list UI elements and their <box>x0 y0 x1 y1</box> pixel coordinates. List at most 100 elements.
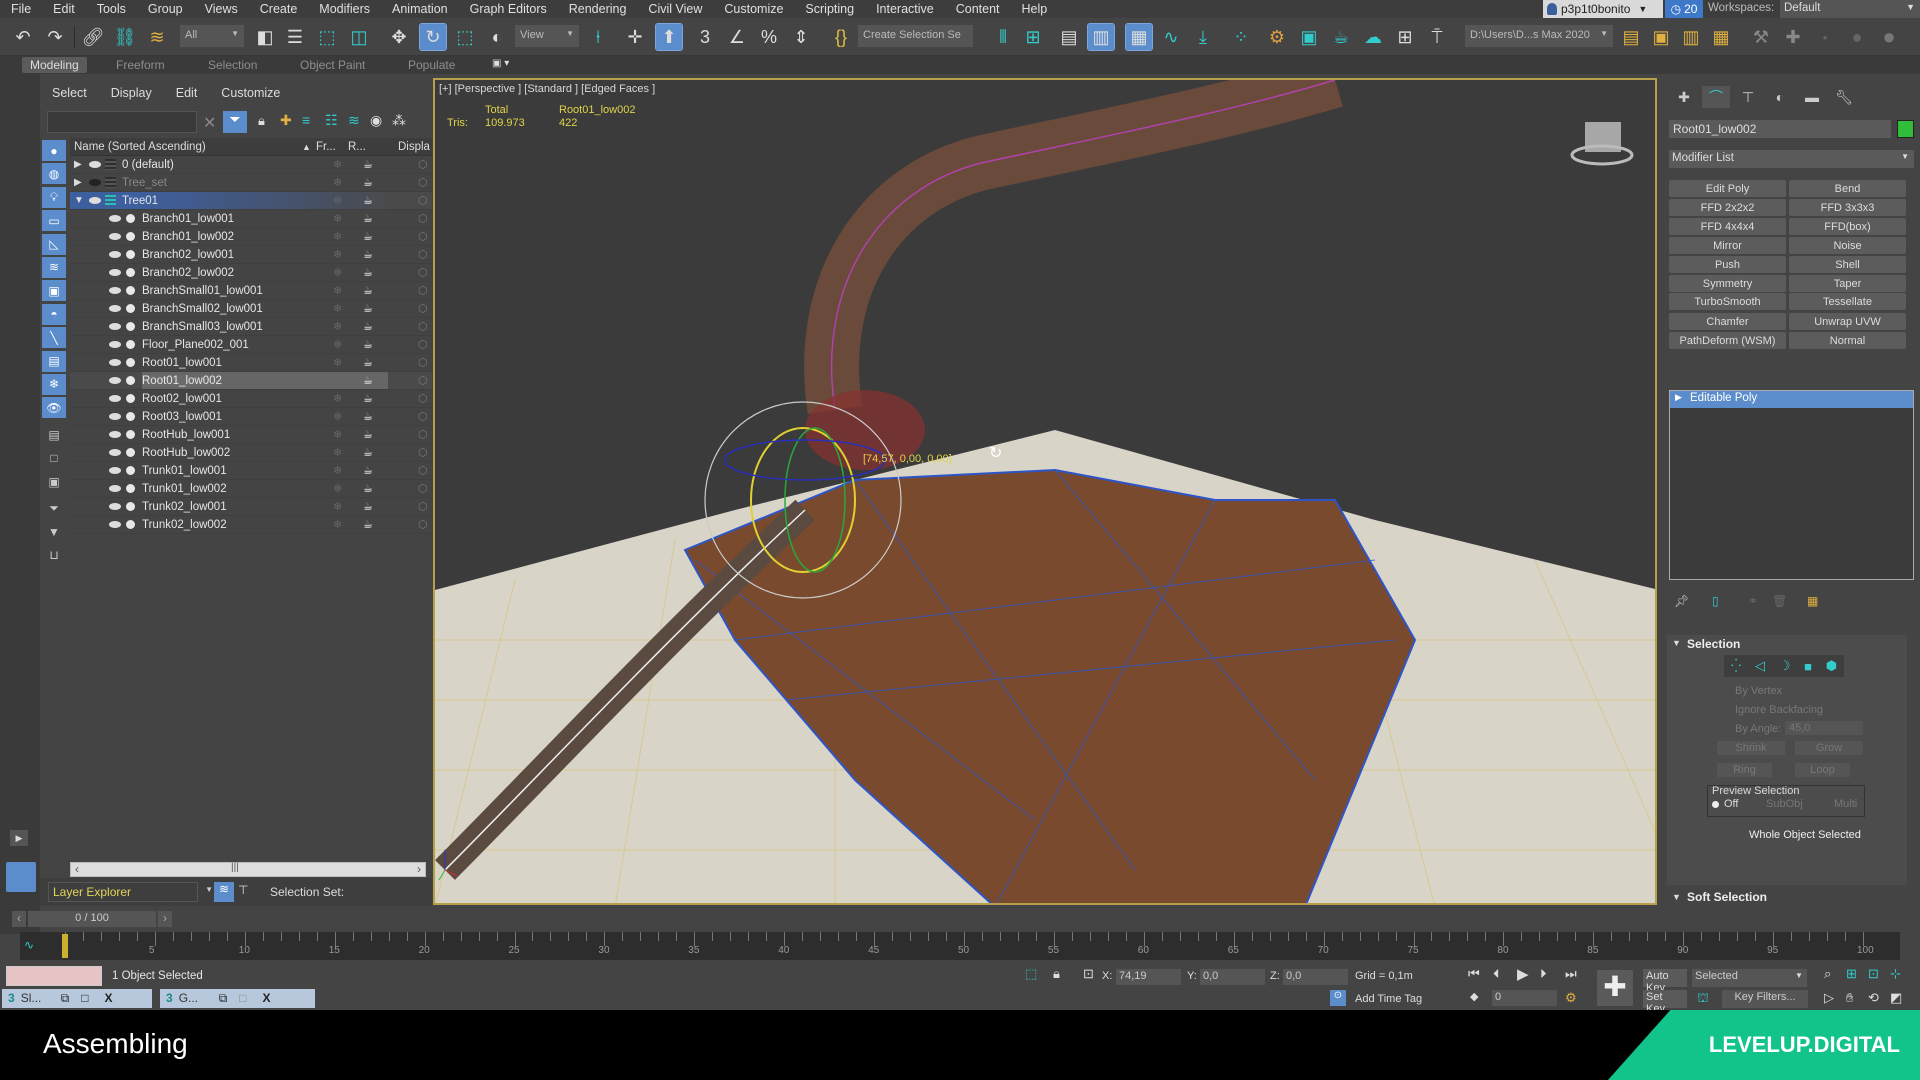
key-mode-toggle-icon[interactable]: ◆ <box>1470 990 1478 1003</box>
scale-icon[interactable]: ⬚ <box>452 24 478 50</box>
visibility-eye-icon[interactable] <box>109 521 121 528</box>
menu-civil-view[interactable]: Civil View <box>637 2 713 16</box>
auto-key-button[interactable]: Auto Key <box>1643 969 1687 994</box>
make-unique-icon[interactable]: ⚭ <box>1748 594 1758 608</box>
explorer-menu-select[interactable]: Select <box>40 86 99 104</box>
modifier-button-unwrap-uvw[interactable]: Unwrap UVW <box>1789 313 1906 330</box>
display-cameras-icon[interactable]: ▭ <box>42 210 66 232</box>
display-box-icon[interactable]: ⬡ <box>418 410 428 423</box>
restore-icon[interactable]: ⧉ <box>213 989 234 1008</box>
modify-tab-icon[interactable]: ⌒ <box>1702 86 1730 108</box>
display-groups-icon[interactable]: ▣ <box>42 280 66 302</box>
display-box-icon[interactable]: ⬡ <box>418 518 428 531</box>
scroll-thumb-grip[interactable]: ||| <box>231 862 239 873</box>
freeze-toggle-icon[interactable]: ❄ <box>333 266 342 279</box>
renderable-teapot-icon[interactable]: ☕︎ <box>363 464 373 477</box>
time-slider-thumb[interactable]: 0 / 100 <box>28 911 156 927</box>
pan-icon[interactable]: ✋︎ <box>1846 990 1853 1006</box>
column-frozen[interactable]: Fr... <box>316 141 336 153</box>
display-spacewarps-icon[interactable]: ≋ <box>42 256 66 278</box>
freeze-toggle-icon[interactable]: ❄ <box>333 212 342 225</box>
menu-graph-editors[interactable]: Graph Editors <box>459 2 558 16</box>
select-manipulate-icon[interactable]: ✛ <box>622 24 648 50</box>
display-box-icon[interactable]: ⬡ <box>418 446 428 459</box>
modifier-button-symmetry[interactable]: Symmetry <box>1669 275 1786 292</box>
display-box-icon[interactable]: ⬡ <box>418 230 428 243</box>
visibility-eye-icon[interactable] <box>109 431 121 438</box>
keyboard-shortcut-override-icon[interactable]: ⬆ <box>655 23 683 51</box>
go-to-start-icon[interactable]: ⏮ <box>1468 966 1480 982</box>
visibility-eye-icon[interactable] <box>109 413 121 420</box>
unlink-icon[interactable]: ⛓︎ <box>112 24 138 50</box>
renderable-teapot-icon[interactable]: ☕︎ <box>363 284 373 297</box>
tool-b-icon[interactable]: ✚ <box>1780 24 1806 50</box>
menu-create[interactable]: Create <box>249 2 309 16</box>
freeze-toggle-icon[interactable]: ❄ <box>333 284 342 297</box>
menu-file[interactable]: File <box>0 2 42 16</box>
display-box-icon[interactable]: ⬡ <box>418 284 428 297</box>
layers-icon[interactable]: ≋ <box>348 112 360 129</box>
freeze-toggle-icon[interactable]: ❄ <box>333 446 342 459</box>
object-row[interactable]: RootHub_low001 ❄ ☕︎ ⬡ <box>70 426 432 444</box>
freeze-toggle-icon[interactable]: ❄ <box>333 248 342 261</box>
snaps-toggle-icon[interactable]: 3 <box>692 24 718 50</box>
render-setup-icon[interactable]: ⚙ <box>1264 24 1290 50</box>
orbit-icon[interactable]: ⟲ <box>1868 990 1879 1006</box>
pivot-center-icon[interactable]: ⍿ <box>585 24 611 50</box>
angle-snap-icon[interactable]: ∠ <box>724 24 750 50</box>
modifier-button-push[interactable]: Push <box>1669 256 1786 273</box>
renderable-teapot-icon[interactable]: ☕︎ <box>363 248 373 261</box>
menu-scripting[interactable]: Scripting <box>794 2 865 16</box>
object-row[interactable]: Root02_low001 ❄ ☕︎ ⬡ <box>70 390 432 408</box>
key-filters-icon[interactable]: ⛫ <box>1697 990 1709 1008</box>
modifier-button-ffd-3x3x3[interactable]: FFD 3x3x3 <box>1789 199 1906 216</box>
freeze-toggle-icon[interactable]: ❄ <box>333 392 342 405</box>
tab-selection[interactable]: Selection <box>200 57 265 73</box>
radio-multi[interactable]: Multi <box>1834 798 1857 810</box>
menu-tools[interactable]: Tools <box>86 2 137 16</box>
pin-stack-icon[interactable]: 📌︎ <box>1674 594 1689 608</box>
taskbar-item[interactable]: 3 G... ⧉ □ X <box>160 989 315 1008</box>
display-box-icon[interactable]: ⬡ <box>418 428 428 441</box>
object-name-field[interactable]: Root01_low002 <box>1669 120 1891 138</box>
display-invert-icon[interactable]: ▣ <box>42 471 66 492</box>
renderable-teapot-icon[interactable]: ☕︎ <box>363 176 373 189</box>
visibility-eye-icon[interactable] <box>109 305 121 312</box>
explorer-horizontal-scrollbar[interactable]: ‹ ||| › <box>70 862 426 877</box>
soft-selection-rollout-title[interactable]: Soft Selection <box>1687 890 1767 904</box>
by-vertex-checkbox[interactable]: By Vertex <box>1735 685 1782 697</box>
modifier-button-turbosmooth[interactable]: TurboSmooth <box>1669 293 1786 310</box>
freeze-toggle-icon[interactable]: ❄ <box>333 482 342 495</box>
edge-mode-icon[interactable]: ◁ <box>1755 658 1765 674</box>
display-box-icon[interactable]: ⬡ <box>418 464 428 477</box>
display-bones-icon[interactable]: ╲ <box>42 327 66 349</box>
set-key-button[interactable]: Set Key <box>1643 990 1687 1015</box>
freeze-toggle-icon[interactable]: ❄ <box>333 176 342 189</box>
modifier-list-dropdown[interactable]: Modifier List ▼ <box>1669 150 1914 168</box>
radio-off[interactable] <box>1712 801 1719 808</box>
modifier-button-ffd-4x4x4[interactable]: FFD 4x4x4 <box>1669 218 1786 235</box>
current-frame-field[interactable]: 0 <box>1492 990 1557 1006</box>
shrink-button[interactable]: Shrink <box>1717 741 1785 755</box>
by-angle-checkbox[interactable]: By Angle: <box>1735 723 1781 735</box>
time-tag-icon[interactable]: ⊙ <box>1330 990 1346 1006</box>
redo-icon[interactable]: ↷ <box>42 24 68 50</box>
display-box-icon[interactable]: ⬡ <box>418 356 428 369</box>
isolate-icon[interactable]: ◉ <box>370 112 382 129</box>
display-box-icon[interactable]: ⬡ <box>418 392 428 405</box>
display-box-icon[interactable]: ⬡ <box>418 302 428 315</box>
display-geometry-icon[interactable]: ● <box>42 140 66 161</box>
object-row[interactable]: Root01_low001 ❄ ☕︎ ⬡ <box>70 354 432 372</box>
menu-animation[interactable]: Animation <box>381 2 459 16</box>
menu-group[interactable]: Group <box>137 2 194 16</box>
play-icon[interactable]: ▶ <box>1517 965 1529 983</box>
create-tab-icon[interactable]: ✚ <box>1670 86 1698 108</box>
freeze-toggle-icon[interactable]: ❄ <box>333 464 342 477</box>
explorer-search-input[interactable] <box>47 111 197 133</box>
reference-coordinate-dropdown[interactable]: View ▼ <box>515 25 579 47</box>
toggle-ribbon-icon[interactable]: ▦ <box>1125 23 1153 51</box>
ring-button[interactable]: Ring <box>1717 763 1772 777</box>
layer-row[interactable]: ▼ Tree01 ❄ ☕︎ ⬡ <box>70 192 432 210</box>
clear-search-icon[interactable]: ✕ <box>203 113 216 133</box>
display-box-icon[interactable]: ⬡ <box>418 500 428 513</box>
